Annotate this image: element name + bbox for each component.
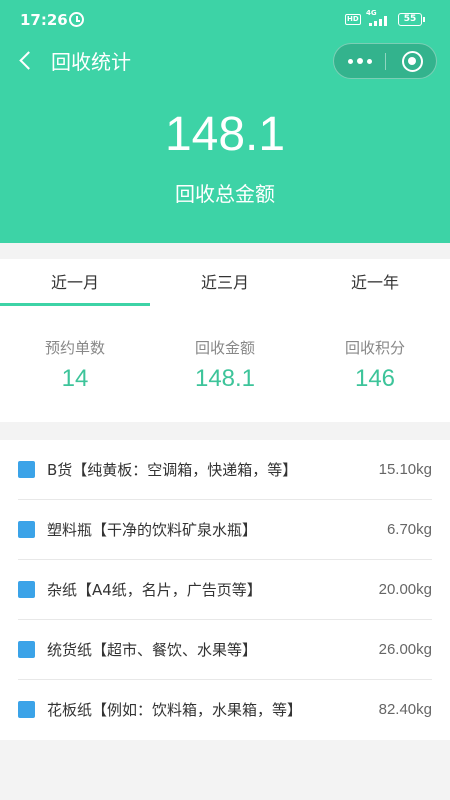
battery-level: 55 — [403, 14, 417, 24]
stat-amount: 回收金额 148.1 — [150, 337, 300, 394]
stat-label: 回收金额 — [194, 339, 255, 357]
list-item[interactable]: B货【纯黄板：空调箱，快递箱，等】 15.10kg — [0, 440, 450, 500]
header-banner: 17:26 HD 4G 55 回收统计 148.1 回收总金额 — [0, 0, 450, 243]
list-item[interactable]: 花板纸【例如：饮料箱，水果箱，等】 82.40kg — [0, 680, 450, 740]
list-item[interactable]: 塑料瓶【干净的饮料矿泉水瓶】 6.70kg — [0, 500, 450, 560]
stat-points: 回收积分 146 — [300, 337, 450, 394]
category-marker-icon — [18, 461, 35, 478]
item-name: B货【纯黄板：空调箱，快递箱，等】 — [47, 461, 298, 479]
more-icon[interactable] — [334, 44, 385, 78]
hd-badge: HD — [345, 14, 361, 25]
category-marker-icon — [18, 521, 35, 538]
stat-orders: 预约单数 14 — [0, 337, 150, 394]
mini-program-capsule — [333, 43, 437, 79]
item-weight: 15.10kg — [378, 461, 432, 478]
item-name: 花板纸【例如：饮料箱，水果箱，等】 — [47, 701, 303, 719]
total-amount: 148.1 — [164, 108, 286, 161]
close-program-icon[interactable] — [402, 51, 423, 72]
tab-one-month[interactable]: 近一月 — [0, 259, 150, 306]
stat-value: 14 — [61, 365, 89, 392]
stat-label: 回收积分 — [344, 339, 405, 357]
recycle-item-list: B货【纯黄板：空调箱，快递箱，等】 15.10kg 塑料瓶【干净的饮料矿泉水瓶】… — [0, 440, 450, 740]
back-icon[interactable] — [14, 49, 38, 73]
category-marker-icon — [18, 581, 35, 598]
item-name: 统货纸【超市、餐饮、水果等】 — [47, 641, 258, 659]
category-marker-icon — [18, 641, 35, 658]
item-name: 塑料瓶【干净的饮料矿泉水瓶】 — [47, 521, 258, 539]
stat-label: 预约单数 — [44, 339, 105, 357]
total-amount-label: 回收总金额 — [175, 182, 275, 206]
tab-three-months[interactable]: 近三月 — [150, 259, 300, 306]
stat-value: 148.1 — [194, 365, 256, 392]
status-bar: 17:26 HD 4G 55 — [0, 0, 450, 40]
status-time: 17:26 — [20, 11, 68, 29]
list-item[interactable]: 统货纸【超市、餐饮、水果等】 26.00kg — [0, 620, 450, 680]
item-weight: 26.00kg — [378, 641, 432, 658]
alarm-icon — [69, 12, 84, 27]
capsule-divider — [385, 53, 386, 70]
battery-icon: 55 — [398, 13, 425, 26]
list-item[interactable]: 杂纸【A4纸，名片，广告页等】 20.00kg — [0, 560, 450, 620]
signal-icon — [369, 14, 391, 26]
page-title: 回收统计 — [51, 50, 131, 74]
item-name: 杂纸【A4纸，名片，广告页等】 — [47, 581, 262, 599]
item-weight: 20.00kg — [378, 581, 432, 598]
item-weight: 6.70kg — [386, 521, 432, 538]
stat-value: 146 — [354, 365, 396, 392]
tab-one-year[interactable]: 近一年 — [300, 259, 450, 306]
item-weight: 82.40kg — [378, 701, 432, 718]
stats-panel: 近一月 近三月 近一年 预约单数 14 回收金额 148.1 回收积分 146 — [0, 259, 450, 422]
category-marker-icon — [18, 701, 35, 718]
